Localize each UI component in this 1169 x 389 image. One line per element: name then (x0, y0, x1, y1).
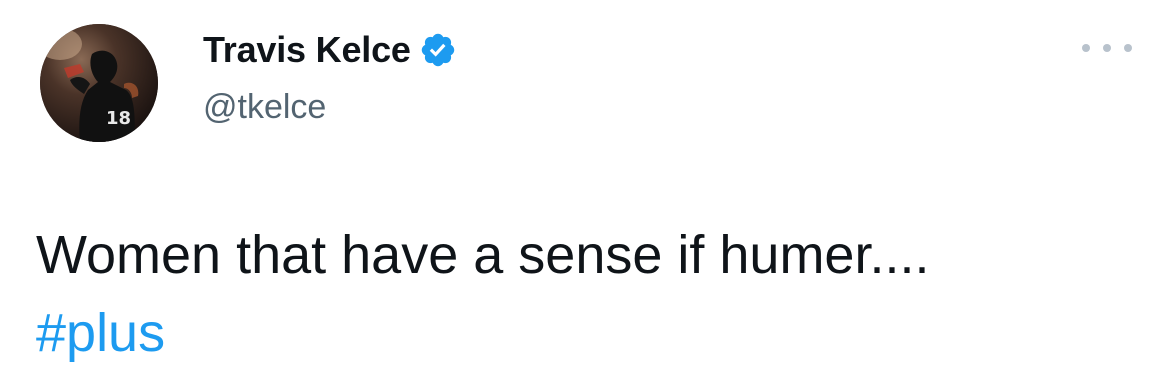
author-display-name[interactable]: Travis Kelce (203, 29, 411, 71)
more-options-icon[interactable] (1082, 38, 1132, 58)
more-dot (1082, 44, 1090, 52)
tweet-text: Women that have a sense if humer.... (36, 225, 930, 285)
more-dot (1124, 44, 1132, 52)
hashtag-link[interactable]: #plus (36, 300, 165, 366)
avatar[interactable]: 18 (40, 24, 158, 142)
verified-badge-icon (419, 31, 457, 69)
svg-text:18: 18 (106, 108, 131, 129)
avatar-photo: 18 (40, 24, 158, 142)
author-name-row: Travis Kelce (203, 28, 457, 72)
author-handle[interactable]: @tkelce (203, 88, 326, 127)
more-dot (1103, 44, 1111, 52)
tweet-card: 18 Travis Kelce @tkelce Women that have … (0, 0, 1169, 389)
